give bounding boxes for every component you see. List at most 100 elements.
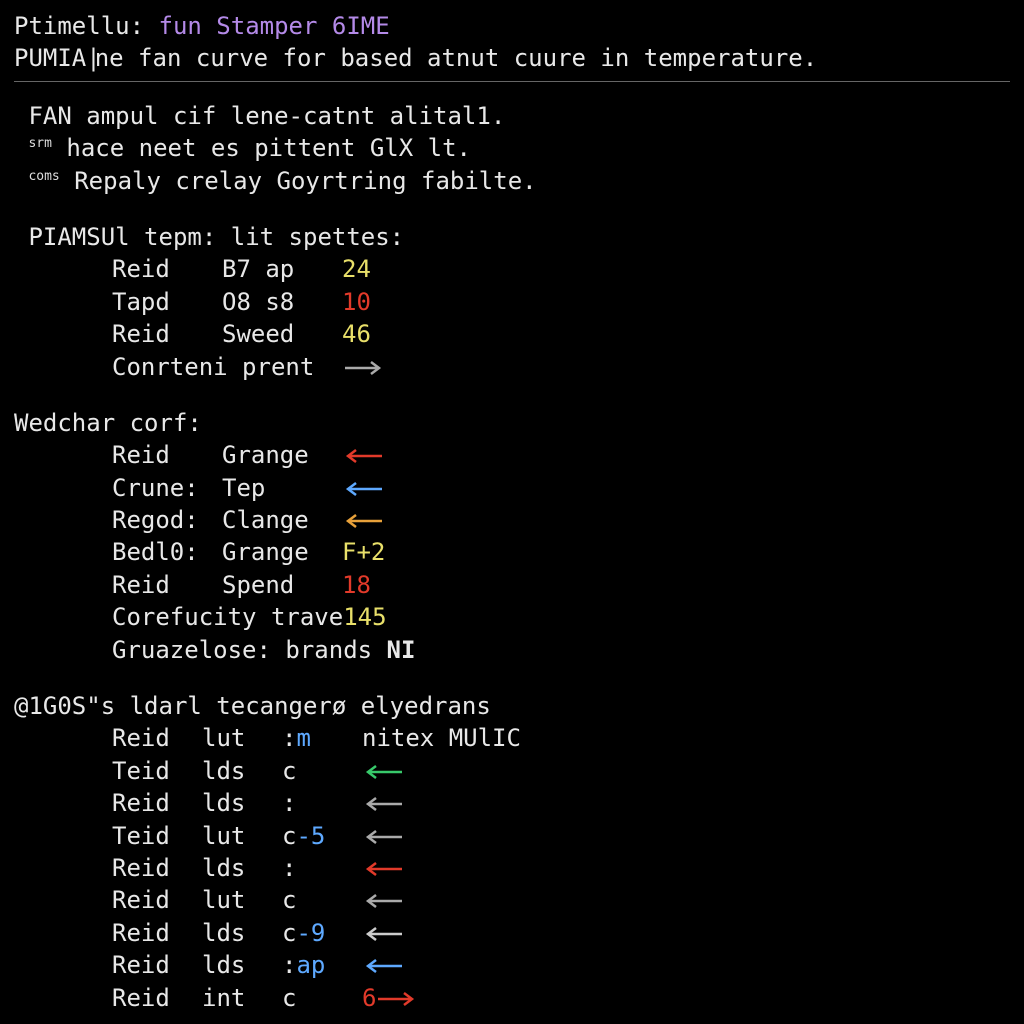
- section2-extra2: Gruazelose: brands NI: [14, 634, 1010, 666]
- col1: Tapd: [112, 286, 222, 318]
- col1: Reid: [112, 439, 222, 471]
- section3-row: Reidlds:: [14, 852, 1010, 884]
- col3: c: [282, 884, 362, 916]
- col1: Reid: [112, 787, 202, 819]
- prompt2-label: PUMIA: [14, 44, 86, 72]
- arrow-left-icon: [342, 441, 384, 469]
- section2-row: Bedl0:GrangeF+2: [14, 536, 1010, 568]
- col2: O8 s8: [222, 286, 342, 318]
- arrow-left-icon: [362, 757, 404, 785]
- header-line-1: Ptimellu: fun Stamper 6IME: [14, 10, 1010, 42]
- value: F+2: [342, 538, 385, 566]
- arrow-left-icon: [362, 951, 404, 979]
- arrow-left-icon: [362, 854, 404, 882]
- col4: [362, 755, 404, 787]
- terminal-window: Ptimellu: fun Stamper 6IME PUMIA|ne fan …: [0, 0, 1024, 1014]
- col4: [362, 820, 404, 852]
- col2: int: [202, 982, 282, 1014]
- col2: Clange: [222, 504, 342, 536]
- header-line-2: PUMIA|ne fan curve for based atnut cuure…: [14, 42, 1010, 74]
- section1-row: ReidSweed46: [14, 318, 1010, 350]
- section3-row: Reidlds:: [14, 787, 1010, 819]
- section3-row: Reidlutc: [14, 884, 1010, 916]
- intro-line-2: srm hace neet es pittent GlX lt.: [14, 132, 1010, 164]
- section1-title: PIAMSUl tepm: lit spettes:: [14, 221, 1010, 253]
- section3-header-row: Reidlut:mnitex MUlIC: [14, 722, 1010, 754]
- col2: lds: [202, 755, 282, 787]
- col4: [362, 917, 404, 949]
- col2: Tep: [222, 472, 342, 504]
- col2: Grange: [222, 439, 342, 471]
- arrow-left-icon: [362, 822, 404, 850]
- section2-title: Wedchar corf:: [14, 407, 1010, 439]
- value: 6: [362, 984, 376, 1012]
- intro-line-1: FAN ampul cif lene-catnt alital1.: [14, 100, 1010, 132]
- arrow-left-icon: [342, 474, 384, 502]
- col2: Spend: [222, 569, 342, 601]
- col1: Regod:: [112, 504, 222, 536]
- col1: Reid: [112, 982, 202, 1014]
- arrow-right-icon: [376, 984, 418, 1012]
- col2: lds: [202, 852, 282, 884]
- col3: :: [282, 787, 362, 819]
- col3: c: [282, 982, 362, 1014]
- section3-row: Teidlutc-5: [14, 820, 1010, 852]
- section1-footer-row: Conrteni prent: [14, 351, 1010, 383]
- col1: Reid: [112, 884, 202, 916]
- divider: [14, 81, 1010, 82]
- section2-row: ReidGrange: [14, 439, 1010, 471]
- col3: c-9: [282, 917, 362, 949]
- col1: Teid: [112, 755, 202, 787]
- col2: Grange: [222, 536, 342, 568]
- col1: Reid: [112, 949, 202, 981]
- prompt2-rest: ne fan curve for based atnut cuure in te…: [95, 44, 817, 72]
- col2: B7 ap: [222, 253, 342, 285]
- col2: lds: [202, 949, 282, 981]
- arrow-left-icon: [362, 789, 404, 817]
- intro-line-3: coms Repaly crelay Goyrtring fabilte.: [14, 165, 1010, 197]
- col2: Sweed: [222, 318, 342, 350]
- arrow-left-icon: [362, 886, 404, 914]
- section1-row: ReidB7 ap24: [14, 253, 1010, 285]
- col2: lds: [202, 787, 282, 819]
- section3-row: Teidldsc: [14, 755, 1010, 787]
- col1: Teid: [112, 820, 202, 852]
- value: 46: [342, 320, 371, 348]
- section3-row: Reidintc6: [14, 982, 1010, 1014]
- col1: Bedl0:: [112, 536, 222, 568]
- section3-title: @1G0S"s ldarl tecangerø elyedrans: [14, 690, 1010, 722]
- col1: Reid: [112, 318, 222, 350]
- col4: [362, 787, 404, 819]
- value: 18: [342, 571, 371, 599]
- section2-row: Regod:Clange: [14, 504, 1010, 536]
- arrow-left-icon: [342, 506, 384, 534]
- section1-row: TapdO8 s810: [14, 286, 1010, 318]
- prompt1-cmd: fun Stamper 6IME: [159, 12, 390, 40]
- section1-footer-label: Conrteni prent: [112, 353, 314, 381]
- col1: Reid: [112, 569, 222, 601]
- col1: Reid: [112, 852, 202, 884]
- col2: lut: [202, 884, 282, 916]
- prompt1-label: Ptimellu:: [14, 12, 144, 40]
- col1: Reid: [112, 253, 222, 285]
- col1: Reid: [112, 917, 202, 949]
- col4: [362, 949, 404, 981]
- section2-row: Crune:Tep: [14, 472, 1010, 504]
- col2: lds: [202, 917, 282, 949]
- col3: :ap: [282, 949, 362, 981]
- col1: Crune:: [112, 472, 222, 504]
- col2: lut: [202, 820, 282, 852]
- col4: 6: [362, 982, 418, 1014]
- col4: [362, 852, 404, 884]
- section3-row: Reidlds:ap: [14, 949, 1010, 981]
- col3: c: [282, 755, 362, 787]
- arrow-right-icon: [343, 353, 385, 381]
- section2-extra1: Corefucity trave145: [14, 601, 1010, 633]
- section3-row: Reidldsc-9: [14, 917, 1010, 949]
- value: 24: [342, 255, 371, 283]
- col4: [362, 884, 404, 916]
- section2-row: ReidSpend18: [14, 569, 1010, 601]
- value: 10: [342, 288, 371, 316]
- col3: c-5: [282, 820, 362, 852]
- col3: :: [282, 852, 362, 884]
